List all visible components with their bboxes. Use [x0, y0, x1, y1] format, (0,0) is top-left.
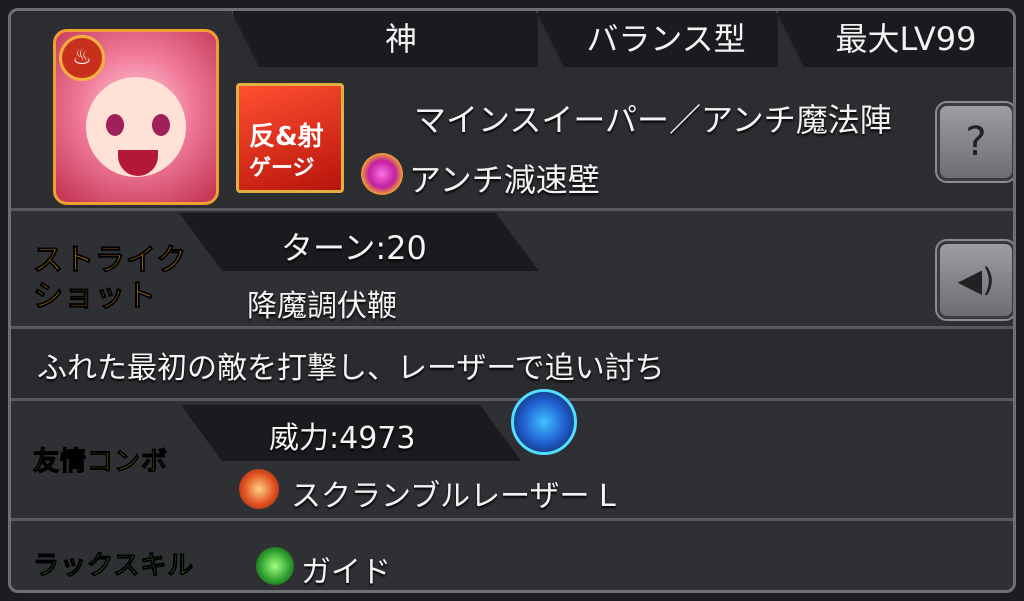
- level-label: 最大LV99: [835, 20, 977, 58]
- luck-skill-section: ラックスキル ガイド: [11, 521, 1013, 590]
- friendship-power: 威力:4973: [269, 421, 416, 456]
- reflect-badge-text-1: 反&射: [249, 122, 324, 152]
- reflect-gauge-badge: 反&射 ゲージ: [236, 83, 344, 193]
- strike-shot-name: 降魔調伏鞭: [247, 289, 397, 324]
- luck-skill-name: ガイド: [301, 555, 391, 590]
- reflect-badge-text-2: ゲージ: [249, 156, 315, 181]
- strike-shot-section: ストライク ショット ターン:20 降魔調伏鞭 ◀): [11, 211, 1013, 329]
- help-button[interactable]: ?: [937, 103, 1013, 181]
- guide-crosshair-icon: [256, 547, 294, 585]
- strike-description-row: ふれた最初の敵を打撃し、レーザーで追い討ち: [11, 329, 1013, 401]
- help-icon: ?: [965, 119, 987, 165]
- voice-button[interactable]: ◀): [937, 241, 1013, 319]
- strike-description: ふれた最初の敵を打撃し、レーザーで追い討ち: [37, 351, 665, 386]
- portrait-eye-right: [152, 114, 170, 136]
- laser-combo-icon: [511, 389, 577, 455]
- race-label: 神: [384, 20, 417, 58]
- luck-skill-label: ラックスキル: [32, 551, 195, 582]
- strike-turn-count: ターン:20: [281, 229, 427, 267]
- character-section: 神 バランス型 最大LV99 ♨ 反&射 ゲージ マインスイーパー／アンチ魔法陣…: [11, 11, 1013, 211]
- type-label: バランス型: [586, 20, 746, 58]
- gauge-ability-text: アンチ減速壁: [409, 161, 600, 199]
- strike-shot-label-2: ショット: [33, 279, 157, 315]
- friendship-combo-label: 友情コンボ: [32, 447, 169, 478]
- element-fire-icon: ♨: [59, 35, 105, 81]
- character-info-panel: 神 バランス型 最大LV99 ♨ 反&射 ゲージ マインスイーパー／アンチ魔法陣…: [8, 8, 1016, 593]
- speaker-icon: ◀): [957, 261, 995, 299]
- friendship-fire-icon: [239, 469, 279, 509]
- friendship-combo-name: スクランブルレーザー L: [291, 479, 616, 514]
- gauge-orb-icon: [361, 153, 403, 195]
- abilities-text: マインスイーパー／アンチ魔法陣: [414, 101, 892, 139]
- friendship-combo-section: 友情コンボ 威力:4973 スクランブルレーザー L: [11, 389, 1013, 521]
- portrait-eye-left: [106, 114, 124, 136]
